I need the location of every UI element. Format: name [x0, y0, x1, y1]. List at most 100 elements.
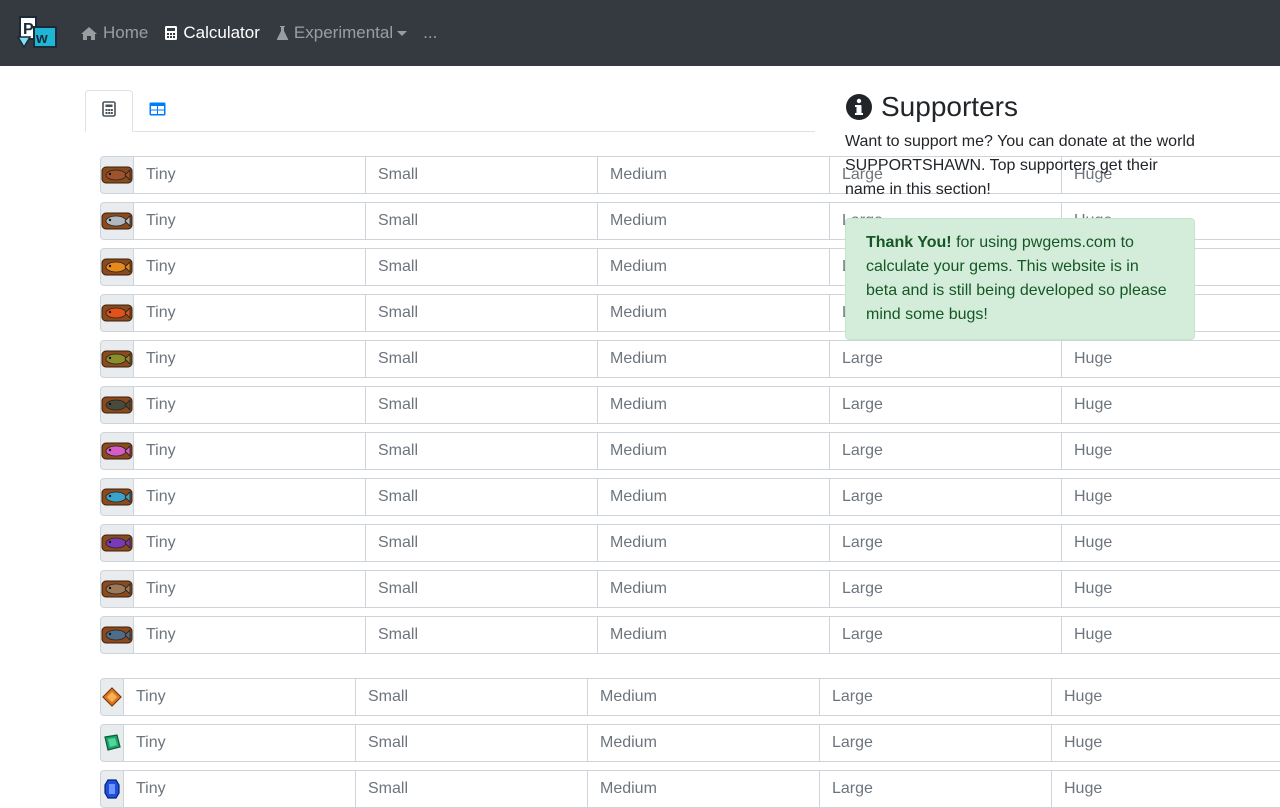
tiny-input[interactable]	[134, 248, 366, 286]
small-input[interactable]	[366, 432, 598, 470]
small-input[interactable]	[366, 570, 598, 608]
large-input[interactable]	[830, 432, 1062, 470]
nav-home[interactable]: Home	[80, 23, 148, 43]
tiny-input[interactable]	[134, 156, 366, 194]
huge-input[interactable]	[1062, 616, 1280, 654]
svg-text:P: P	[23, 21, 34, 38]
table-icon	[149, 102, 166, 121]
tiny-input[interactable]	[134, 432, 366, 470]
medium-input[interactable]	[588, 770, 820, 808]
navbar: P w Home Calculator Experimental ...	[0, 0, 1280, 66]
nav-calculator[interactable]: Calculator	[164, 23, 260, 43]
huge-input[interactable]	[1062, 340, 1280, 378]
tiny-input[interactable]	[134, 570, 366, 608]
supporters-title: Supporters	[881, 91, 1018, 122]
tiny-input[interactable]	[124, 770, 356, 808]
nav-more[interactable]: ...	[423, 23, 437, 43]
brand-logo[interactable]: P w	[16, 15, 58, 51]
large-input[interactable]	[820, 724, 1052, 762]
fish-row	[100, 202, 1280, 240]
tiny-input[interactable]	[134, 524, 366, 562]
huge-input[interactable]	[1052, 724, 1280, 762]
medium-input[interactable]	[598, 432, 830, 470]
medium-input[interactable]	[598, 570, 830, 608]
large-input[interactable]	[830, 524, 1062, 562]
tiny-input[interactable]	[134, 294, 366, 332]
thank-you-alert: Thank You! for using pwgems.com to calcu…	[845, 218, 1195, 340]
gem-row	[100, 724, 1280, 762]
home-icon	[80, 26, 98, 41]
huge-input[interactable]	[1062, 432, 1280, 470]
huge-input[interactable]	[1062, 386, 1280, 424]
tiny-input[interactable]	[134, 202, 366, 240]
large-input[interactable]	[830, 570, 1062, 608]
small-input[interactable]	[366, 202, 598, 240]
tiny-input[interactable]	[124, 724, 356, 762]
tiny-input[interactable]	[134, 340, 366, 378]
tiny-input[interactable]	[124, 678, 356, 716]
tiny-input[interactable]	[134, 616, 366, 654]
large-input[interactable]	[830, 478, 1062, 516]
huge-input[interactable]	[1052, 678, 1280, 716]
fish-green-icon	[100, 340, 134, 378]
large-input[interactable]	[830, 340, 1062, 378]
tiny-input[interactable]	[134, 386, 366, 424]
huge-input[interactable]	[1052, 770, 1280, 808]
fish-row	[100, 616, 1280, 654]
fish-steel-icon	[100, 616, 134, 654]
nav-calculator-label: Calculator	[183, 23, 260, 42]
tiny-input[interactable]	[134, 478, 366, 516]
huge-input[interactable]	[1062, 524, 1280, 562]
supporters-panel: Supporters Want to support me? You can d…	[845, 88, 1195, 340]
large-input[interactable]	[830, 386, 1062, 424]
nav-experimental-dropdown[interactable]: Experimental	[276, 23, 408, 43]
fish-blue-icon	[100, 478, 134, 516]
fish-row	[100, 248, 1280, 286]
fish-row	[100, 478, 1280, 516]
svg-text:w: w	[35, 30, 48, 47]
tab-table[interactable]	[133, 90, 181, 132]
fish-row	[100, 294, 1280, 332]
supporters-heading: Supporters	[845, 88, 1195, 126]
small-input[interactable]	[366, 294, 598, 332]
small-input[interactable]	[366, 340, 598, 378]
tab-calculator[interactable]	[85, 90, 133, 132]
info-circle-icon	[845, 93, 873, 121]
small-input[interactable]	[366, 156, 598, 194]
small-input[interactable]	[366, 524, 598, 562]
small-input[interactable]	[356, 678, 588, 716]
medium-input[interactable]	[598, 386, 830, 424]
caret-down-icon	[397, 30, 408, 36]
medium-input[interactable]	[598, 294, 830, 332]
fish-tan-icon	[100, 570, 134, 608]
small-input[interactable]	[366, 248, 598, 286]
gem-green-icon	[100, 724, 124, 762]
medium-input[interactable]	[588, 678, 820, 716]
huge-input[interactable]	[1062, 570, 1280, 608]
medium-input[interactable]	[588, 724, 820, 762]
medium-input[interactable]	[598, 156, 830, 194]
large-input[interactable]	[820, 770, 1052, 808]
fish-row	[100, 340, 1280, 378]
small-input[interactable]	[366, 386, 598, 424]
calculator-icon	[164, 25, 178, 41]
small-input[interactable]	[356, 724, 588, 762]
small-input[interactable]	[366, 478, 598, 516]
medium-input[interactable]	[598, 616, 830, 654]
gem-blue-icon	[100, 770, 124, 808]
huge-input[interactable]	[1062, 478, 1280, 516]
medium-input[interactable]	[598, 340, 830, 378]
small-input[interactable]	[366, 616, 598, 654]
medium-input[interactable]	[598, 248, 830, 286]
large-input[interactable]	[820, 678, 1052, 716]
large-input[interactable]	[830, 616, 1062, 654]
nav-more-label: ...	[423, 23, 438, 42]
nav-experimental-label: Experimental	[293, 23, 394, 42]
fish-row	[100, 570, 1280, 608]
small-input[interactable]	[356, 770, 588, 808]
medium-input[interactable]	[598, 524, 830, 562]
fish-clown-icon	[100, 248, 134, 286]
medium-input[interactable]	[598, 202, 830, 240]
gem-row	[100, 770, 1280, 808]
medium-input[interactable]	[598, 478, 830, 516]
